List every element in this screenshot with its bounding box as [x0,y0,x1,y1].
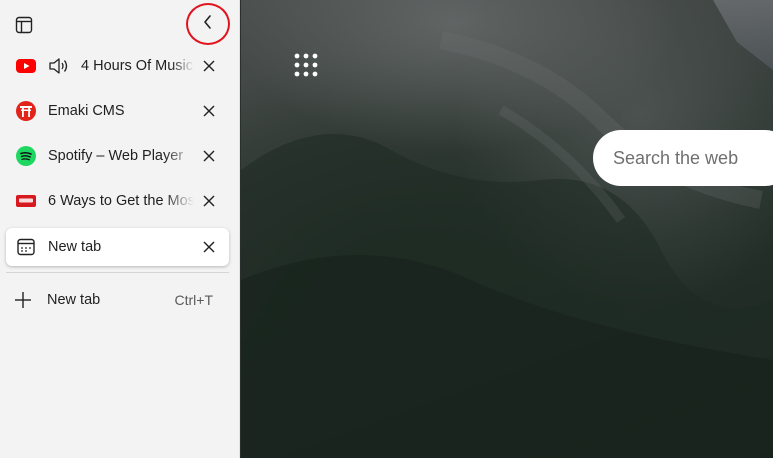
close-tab-icon[interactable] [201,103,217,119]
tab-item-new-tab[interactable]: New tab [6,228,229,266]
plus-icon [13,290,33,310]
new-tab-label: New tab [47,292,101,308]
new-tab-page-background [241,0,773,458]
chevron-left-icon [202,14,214,35]
vertical-tabs-sidebar: 4 Hours Of Music Emaki CMS Spotify – Web… [0,0,240,458]
web-search-box[interactable] [593,130,773,186]
sidebar-divider [6,272,229,273]
app-launcher-icon[interactable] [293,52,319,78]
close-tab-icon[interactable] [201,239,217,255]
speaker-icon[interactable] [48,56,70,76]
close-tab-icon[interactable] [201,58,217,74]
close-tab-icon[interactable] [201,148,217,164]
mountain-texture [241,31,773,458]
tab-title: New tab [48,239,102,255]
tab-item-music[interactable]: 4 Hours Of Music [6,47,229,85]
tab-item-spotify[interactable]: Spotify – Web Player [6,137,229,175]
torii-icon [16,101,36,121]
tab-title: 6 Ways to Get the Most [48,193,194,209]
spotify-icon [16,146,36,166]
search-input[interactable] [613,147,773,169]
new-tab-page-icon [16,238,36,256]
browser-window: 4 Hours Of Music Emaki CMS Spotify – Web… [0,0,773,458]
tab-item-ways[interactable]: 6 Ways to Get the Most [6,182,229,220]
tab-item-emaki[interactable]: Emaki CMS [6,92,229,130]
close-tab-icon[interactable] [201,193,217,209]
youtube-icon [16,57,36,75]
new-tab-shortcut: Ctrl+T [174,292,214,308]
tab-title: Spotify – Web Player [48,148,184,164]
tab-title: 4 Hours Of Music [81,58,193,74]
sidebar-panel-icon[interactable] [13,14,35,36]
collapse-sidebar-button[interactable] [186,3,230,45]
tab-title: Emaki CMS [48,103,125,119]
hlo-icon [16,192,36,210]
new-tab-button[interactable]: New tab Ctrl+T [6,281,229,319]
